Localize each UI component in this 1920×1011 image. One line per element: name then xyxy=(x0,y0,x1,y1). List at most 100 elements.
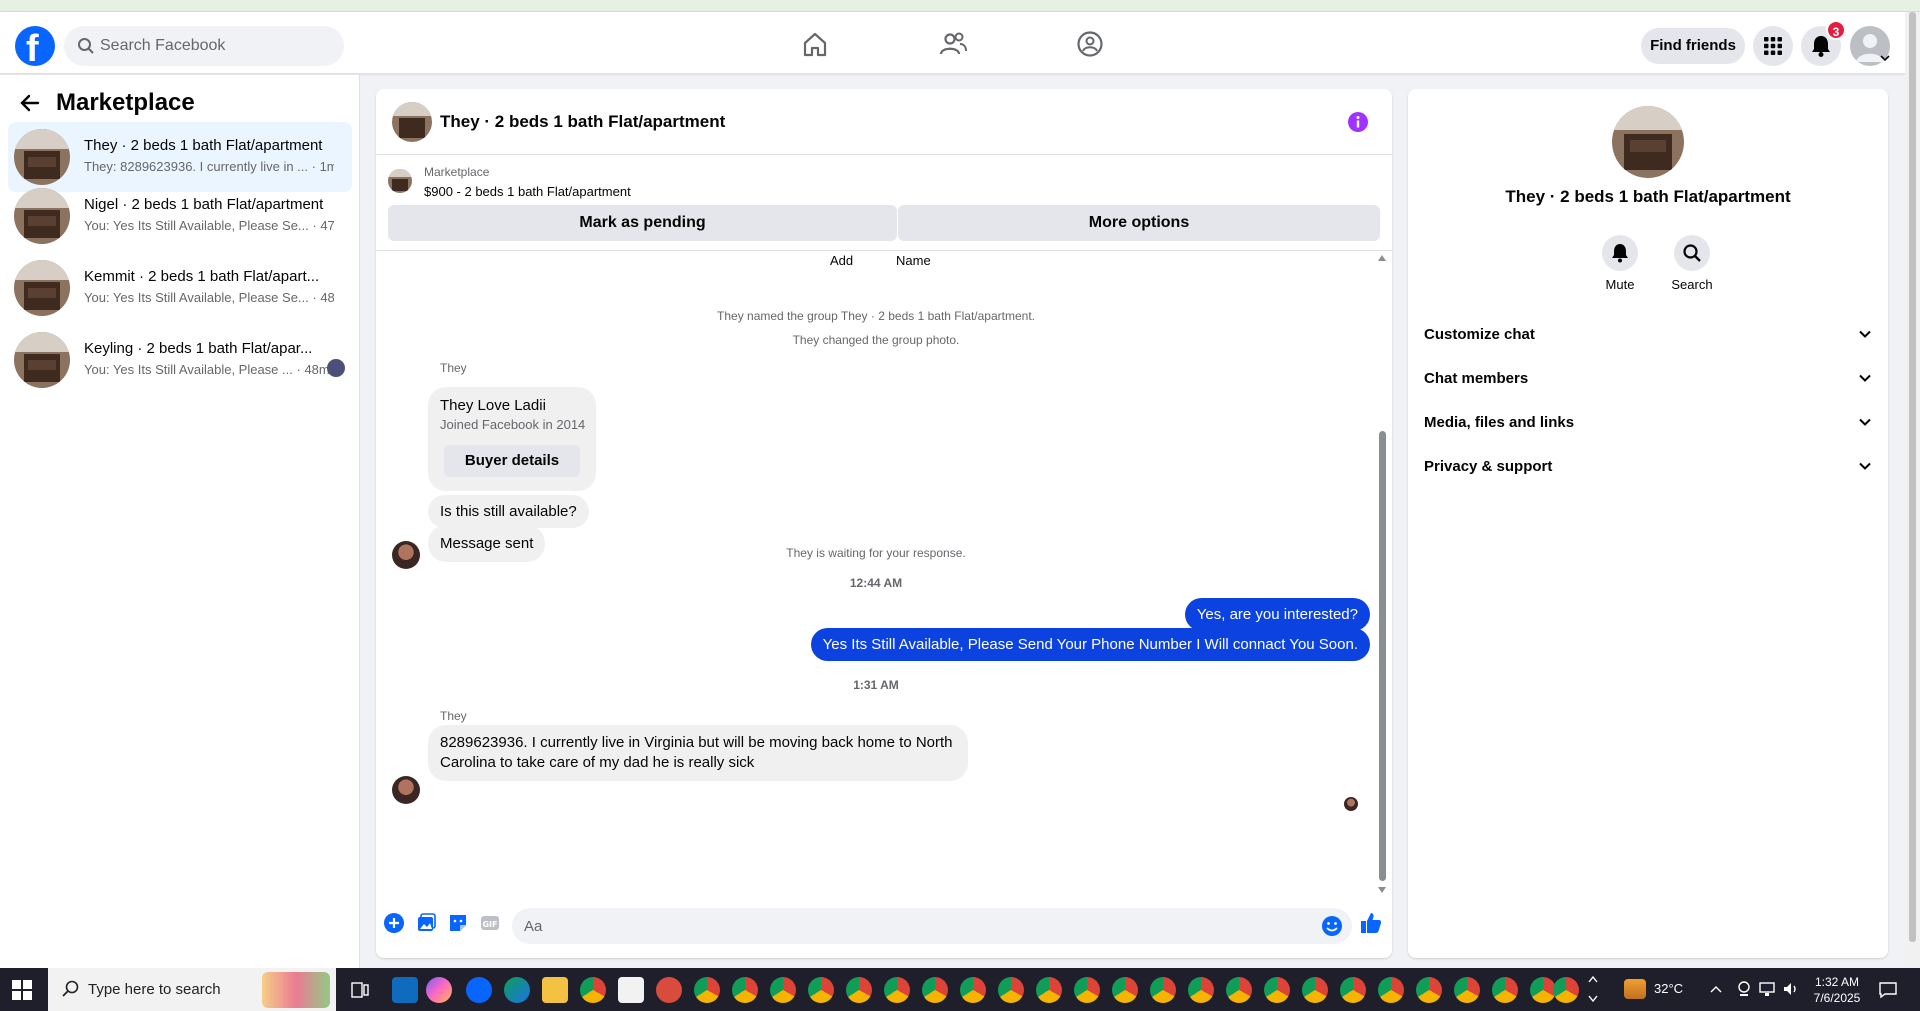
copilot-icon[interactable] xyxy=(426,977,452,1003)
outlook-icon[interactable] xyxy=(392,977,418,1003)
incoming-message[interactable]: Is this still available? xyxy=(428,495,589,528)
info-icon[interactable] xyxy=(1348,112,1368,132)
taskbar-clock[interactable]: 1:32 AM 7/6/2025 xyxy=(1806,974,1868,1006)
chrome-icon[interactable] xyxy=(694,977,720,1003)
scroll-up-icon[interactable] xyxy=(1378,255,1386,261)
chrome-icon[interactable] xyxy=(1302,977,1328,1003)
windows-start-icon[interactable] xyxy=(12,980,32,1000)
task-view-icon[interactable] xyxy=(350,980,370,1000)
chrome-icon[interactable] xyxy=(770,977,796,1003)
conversation-item[interactable]: Keyling · 2 beds 1 bath Flat/apar... You… xyxy=(8,325,352,395)
taskbar-search[interactable]: Type here to search xyxy=(48,968,336,1011)
conversation-title: They · 2 beds 1 bath Flat/apartment xyxy=(84,137,323,154)
network-icon[interactable] xyxy=(1758,980,1776,998)
chrome-icon[interactable] xyxy=(1416,977,1442,1003)
chrome-icon[interactable] xyxy=(846,977,872,1003)
section-label: Privacy & support xyxy=(1424,458,1553,475)
chrome-icon[interactable] xyxy=(1340,977,1366,1003)
conversation-title: Keyling · 2 beds 1 bath Flat/apar... xyxy=(84,340,313,357)
buyer-name: They Love Ladii xyxy=(440,397,546,414)
file-explorer-icon[interactable] xyxy=(542,977,568,1003)
chrome-icon[interactable] xyxy=(998,977,1024,1003)
outgoing-message[interactable]: Yes Its Still Available, Please Send You… xyxy=(810,628,1370,661)
facebook-taskbar-icon[interactable] xyxy=(466,977,492,1003)
chrome-icon[interactable] xyxy=(1036,977,1062,1003)
customize-chat-section[interactable]: Customize chat xyxy=(1424,315,1872,355)
webcam-icon[interactable] xyxy=(1736,980,1752,998)
windows-taskbar: Type here to search 32°C 1:32 AM 7/6/202… xyxy=(0,968,1920,1011)
search-action[interactable]: Search xyxy=(1662,235,1722,292)
chat-panel: They · 2 beds 1 bath Flat/apartment Mark… xyxy=(376,89,1392,958)
weather-icon[interactable] xyxy=(1624,979,1646,999)
buyer-details-button[interactable]: Buyer details xyxy=(444,445,580,477)
groups-icon[interactable] xyxy=(1075,29,1105,59)
chrome-icon[interactable] xyxy=(732,977,758,1003)
find-friends-button[interactable]: Find friends xyxy=(1641,28,1745,64)
back-arrow-icon[interactable] xyxy=(20,93,40,113)
listing-price[interactable]: $900 - 2 beds 1 bath Flat/apartment xyxy=(424,184,631,199)
more-options-button[interactable]: More options xyxy=(898,205,1380,241)
message-input[interactable] xyxy=(512,908,1352,944)
chrome-icon[interactable] xyxy=(1264,977,1290,1003)
conversation-item[interactable]: Kemmit · 2 beds 1 bath Flat/apart... You… xyxy=(8,253,352,323)
chrome-icon[interactable] xyxy=(1454,977,1480,1003)
chrome-icon[interactable] xyxy=(1553,977,1579,1003)
account-chevron-icon[interactable] xyxy=(1880,54,1890,62)
listing-banner: Marketplace $900 - 2 beds 1 bath Flat/ap… xyxy=(376,155,1392,251)
media-files-section[interactable]: Media, files and links xyxy=(1424,403,1872,443)
chrome-icon[interactable] xyxy=(808,977,834,1003)
chrome-icon[interactable] xyxy=(1378,977,1404,1003)
thread-scrollbar[interactable] xyxy=(1376,251,1388,896)
chrome-icon[interactable] xyxy=(884,977,910,1003)
app-icon[interactable] xyxy=(656,977,682,1003)
store-icon[interactable] xyxy=(618,977,644,1003)
chrome-icon[interactable] xyxy=(1112,977,1138,1003)
page-scrollbar[interactable] xyxy=(1905,12,1920,968)
emoji-icon[interactable] xyxy=(1321,915,1343,937)
chrome-icon[interactable] xyxy=(1492,977,1518,1003)
chat-name: They · 2 beds 1 bath Flat/apartment xyxy=(1505,187,1791,206)
chat-listing-photo[interactable] xyxy=(392,102,432,142)
conversation-item[interactable]: Nigel · 2 beds 1 bath Flat/apartment You… xyxy=(8,181,352,251)
incoming-message[interactable]: 8289623936. I currently live in Virginia… xyxy=(428,725,968,781)
chrome-icon[interactable] xyxy=(960,977,986,1003)
chrome-icon[interactable] xyxy=(922,977,948,1003)
search-box[interactable] xyxy=(64,26,344,66)
chrome-icon[interactable] xyxy=(1150,977,1176,1003)
chat-members-section[interactable]: Chat members xyxy=(1424,359,1872,399)
weather-temp[interactable]: 32°C xyxy=(1654,981,1683,996)
tray-chevron-icon[interactable] xyxy=(1710,984,1722,994)
chat-photo[interactable] xyxy=(1612,106,1684,178)
privacy-support-section[interactable]: Privacy & support xyxy=(1424,447,1872,487)
mute-action[interactable]: Mute xyxy=(1590,235,1650,292)
menu-button[interactable] xyxy=(1753,26,1793,66)
chrome-icon[interactable] xyxy=(1188,977,1214,1003)
svg-text:GIF: GIF xyxy=(482,920,497,929)
facebook-logo-icon[interactable]: f xyxy=(15,26,55,70)
friends-icon[interactable] xyxy=(938,29,968,59)
scrollbar-thumb[interactable] xyxy=(1379,431,1386,881)
volume-icon[interactable] xyxy=(1782,980,1800,998)
plus-circle-icon[interactable] xyxy=(384,913,404,933)
chat-title[interactable]: They · 2 beds 1 bath Flat/apartment xyxy=(440,112,725,132)
page-scrollbar-thumb[interactable] xyxy=(1909,12,1916,942)
sender-avatar[interactable] xyxy=(392,776,420,804)
edge-icon[interactable] xyxy=(504,977,530,1003)
mark-pending-button[interactable]: Mark as pending xyxy=(388,205,897,241)
search-input[interactable] xyxy=(100,26,330,66)
chat-info-panel: They · 2 beds 1 bath Flat/apartment Mute… xyxy=(1408,89,1888,958)
chrome-icon[interactable] xyxy=(1226,977,1252,1003)
taskbar-overflow-icon[interactable] xyxy=(1588,974,1598,1004)
sticker-icon[interactable] xyxy=(448,913,468,933)
outgoing-message[interactable]: Yes, are you interested? xyxy=(1184,598,1370,631)
home-icon[interactable] xyxy=(800,29,830,59)
chrome-icon[interactable] xyxy=(1074,977,1100,1003)
scroll-down-icon[interactable] xyxy=(1378,887,1386,893)
grid-menu-icon xyxy=(1764,37,1782,55)
chrome-icon[interactable] xyxy=(580,977,606,1003)
photo-icon[interactable] xyxy=(416,913,436,933)
notification-center-icon[interactable] xyxy=(1878,980,1898,1000)
gif-icon[interactable]: GIF xyxy=(480,913,500,933)
thumbs-up-icon[interactable] xyxy=(1359,911,1383,935)
listing-photo xyxy=(14,332,70,388)
